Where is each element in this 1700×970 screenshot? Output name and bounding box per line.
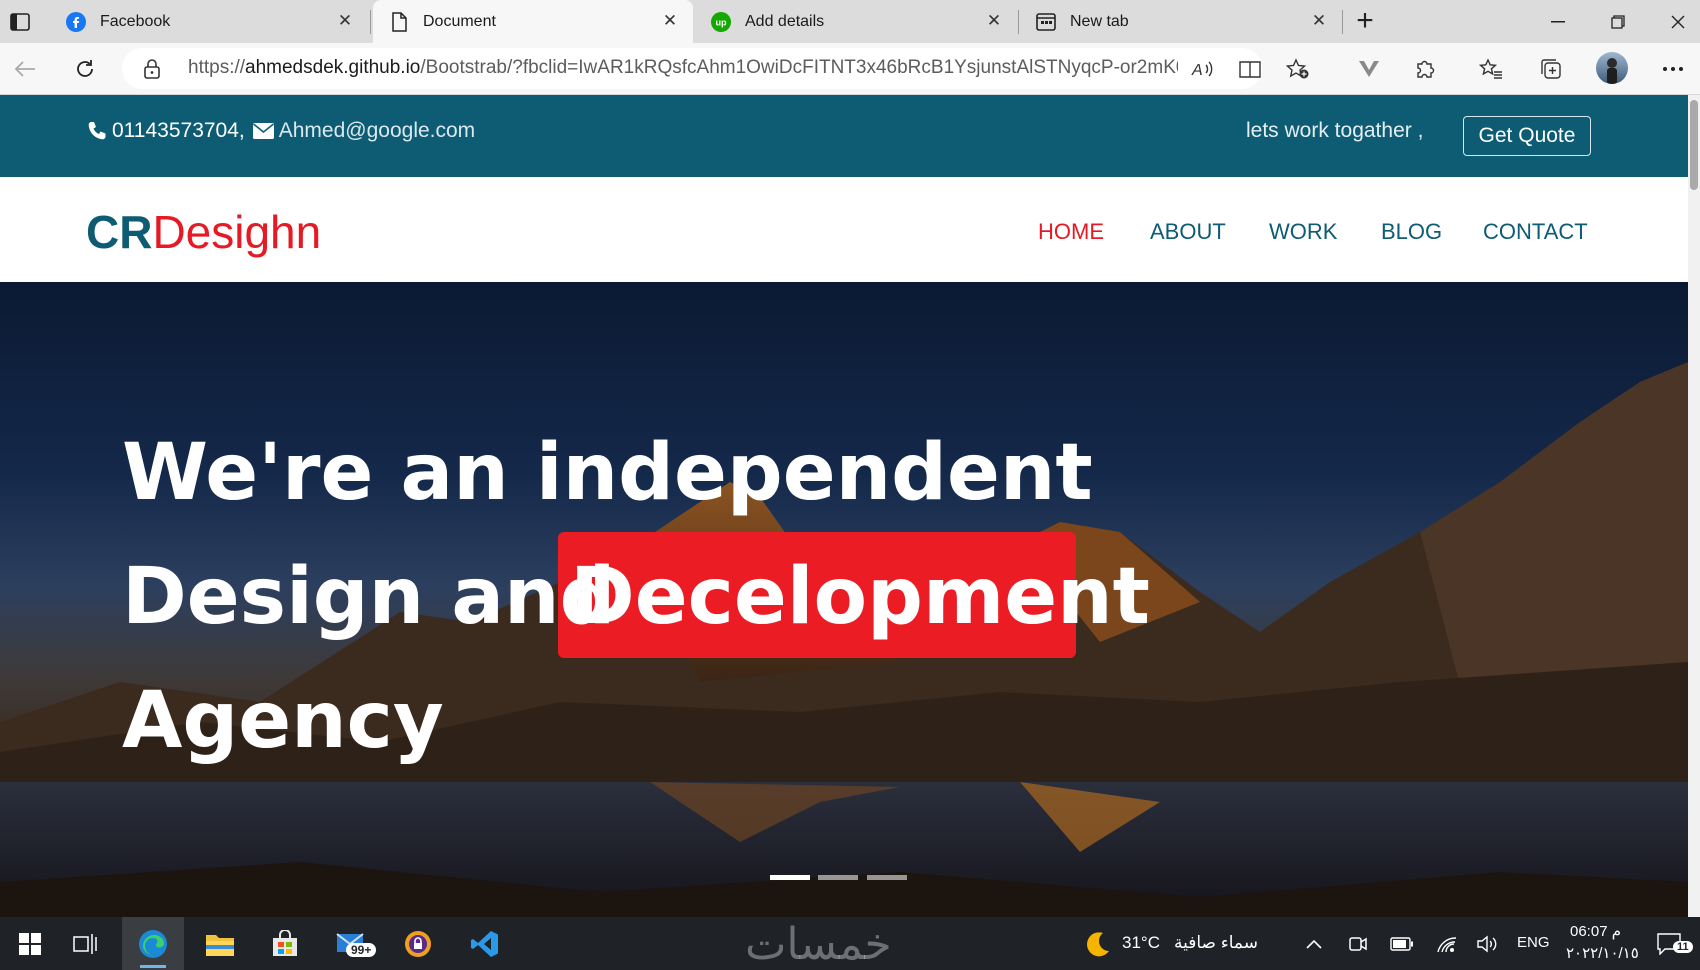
battery-icon[interactable] bbox=[1384, 917, 1420, 970]
tab-title: Document bbox=[423, 12, 496, 30]
close-tab-icon[interactable]: ✕ bbox=[334, 11, 356, 33]
new-tab-icon bbox=[1036, 12, 1056, 32]
phone-number[interactable]: 01143573704, bbox=[112, 119, 245, 143]
volume-icon[interactable] bbox=[1470, 917, 1506, 970]
nav-contact[interactable]: CONTACT bbox=[1483, 219, 1588, 245]
windows-taskbar: 99+ خمسات 31°C سماء صافية ENG 06:07 م ٢٠… bbox=[0, 917, 1700, 970]
facebook-icon bbox=[66, 11, 86, 32]
lock-icon[interactable] bbox=[142, 58, 162, 80]
page-scrollbar[interactable] bbox=[1688, 95, 1700, 917]
tab-title: Add details bbox=[745, 12, 825, 30]
moon-weather-icon[interactable] bbox=[1070, 917, 1126, 970]
svg-text:A: A bbox=[1191, 62, 1203, 79]
carousel-indicator-2[interactable] bbox=[818, 875, 858, 880]
close-tab-icon[interactable]: ✕ bbox=[1308, 11, 1330, 33]
add-favorite-icon[interactable] bbox=[1283, 55, 1313, 83]
input-language[interactable]: ENG bbox=[1517, 934, 1550, 951]
hero-headline-line1: We're an independent bbox=[122, 428, 1093, 518]
tab-separator bbox=[1342, 10, 1343, 34]
edge-browser-icon[interactable] bbox=[122, 917, 184, 970]
tab-actions-icon[interactable] bbox=[6, 9, 34, 35]
nav-work[interactable]: WORK bbox=[1269, 219, 1337, 245]
nav-blog[interactable]: BLOG bbox=[1381, 219, 1442, 245]
phone-icon bbox=[86, 120, 108, 142]
clock-date[interactable]: ٢٠٢٢/١٠/١٥ bbox=[1566, 944, 1639, 962]
envelope-icon bbox=[253, 120, 275, 142]
read-aloud-icon[interactable]: A bbox=[1188, 55, 1218, 83]
close-window-icon[interactable] bbox=[1660, 8, 1696, 36]
back-arrow-icon[interactable] bbox=[10, 55, 40, 83]
notification-center-icon[interactable]: 11 bbox=[1645, 917, 1695, 970]
hero-headline-highlighted: Decelopment bbox=[570, 552, 1150, 642]
scrollbar-thumb[interactable] bbox=[1690, 100, 1698, 190]
browser-toolbar: https://ahmedsdek.github.io/Bootstrab/?f… bbox=[0, 43, 1700, 95]
url-path: /Bootstrab/?fbclid=IwAR1kRQsfcAhm1OwiDcF… bbox=[420, 57, 1178, 78]
logo-desighn: Desighn bbox=[152, 206, 322, 258]
extensions-puzzle-icon[interactable] bbox=[1410, 55, 1440, 83]
extension-v-icon[interactable] bbox=[1354, 55, 1384, 83]
restore-icon[interactable] bbox=[1600, 8, 1636, 36]
file-explorer-icon[interactable] bbox=[190, 917, 250, 970]
site-logo[interactable]: CRDesighn bbox=[86, 205, 321, 259]
carousel-indicator-1[interactable] bbox=[770, 875, 810, 880]
site-navbar: CRDesighn HOME ABOUT WORK BLOG CONTACT bbox=[0, 177, 1688, 282]
profile-avatar[interactable] bbox=[1596, 52, 1628, 84]
tab-add-details[interactable]: up Add details ✕ bbox=[695, 0, 1017, 43]
document-icon bbox=[389, 11, 409, 32]
browser-tab-strip: Facebook ✕ Document ✕ up Add details ✕ N… bbox=[0, 0, 1700, 43]
close-tab-icon[interactable]: ✕ bbox=[659, 11, 681, 33]
contact-info: 01143573704, Ahmed@google.com bbox=[86, 119, 475, 143]
task-view-icon[interactable] bbox=[55, 917, 115, 970]
tab-new-tab[interactable]: New tab ✕ bbox=[1020, 0, 1342, 43]
nav-home[interactable]: HOME bbox=[1038, 219, 1104, 245]
microsoft-store-icon[interactable] bbox=[255, 917, 315, 970]
email-address[interactable]: Ahmed@google.com bbox=[279, 119, 475, 143]
meet-now-icon[interactable] bbox=[1340, 917, 1376, 970]
tab-facebook[interactable]: Facebook ✕ bbox=[50, 0, 368, 43]
refresh-icon[interactable] bbox=[70, 55, 100, 83]
wifi-icon[interactable] bbox=[1428, 917, 1464, 970]
minimize-icon[interactable] bbox=[1540, 8, 1576, 36]
tab-document[interactable]: Document ✕ bbox=[373, 0, 693, 43]
clock-time[interactable]: 06:07 م bbox=[1570, 922, 1621, 940]
logo-cr: CR bbox=[86, 206, 153, 258]
tab-title: Facebook bbox=[100, 12, 171, 30]
vpn-shield-icon[interactable] bbox=[388, 917, 448, 970]
tab-separator bbox=[370, 10, 371, 34]
mail-icon[interactable]: 99+ bbox=[322, 917, 382, 970]
url-prefix: https:// bbox=[188, 57, 246, 78]
nav-about[interactable]: ABOUT bbox=[1150, 219, 1226, 245]
hero-headline-line2: Design and bbox=[122, 552, 616, 642]
hero-headline-line3: Agency bbox=[122, 676, 444, 766]
top-info-bar: 01143573704, Ahmed@google.com lets work … bbox=[0, 95, 1688, 177]
tab-separator bbox=[1018, 10, 1019, 34]
close-tab-icon[interactable]: ✕ bbox=[983, 11, 1005, 33]
get-quote-button[interactable]: Get Quote bbox=[1463, 116, 1591, 156]
collections-icon[interactable] bbox=[1536, 55, 1566, 83]
carousel-indicator-3[interactable] bbox=[867, 875, 907, 880]
immersive-reader-icon[interactable] bbox=[1236, 55, 1266, 83]
notification-count-badge: 11 bbox=[1673, 941, 1693, 953]
tray-overflow-chevron-icon[interactable] bbox=[1296, 917, 1332, 970]
more-menu-icon[interactable] bbox=[1658, 55, 1688, 83]
url-host: ahmedsdek.github.io bbox=[245, 57, 421, 78]
url-text[interactable]: https://ahmedsdek.github.io/Bootstrab/?f… bbox=[188, 57, 1178, 79]
weather-description[interactable]: سماء صافية bbox=[1174, 933, 1258, 953]
vscode-icon[interactable] bbox=[455, 917, 515, 970]
tab-title: New tab bbox=[1070, 12, 1129, 30]
svg-text:up: up bbox=[715, 17, 727, 27]
tagline: lets work togather , bbox=[1246, 119, 1424, 142]
mail-unread-badge: 99+ bbox=[346, 943, 377, 957]
new-tab-button[interactable]: + bbox=[1350, 4, 1380, 37]
favorites-icon[interactable] bbox=[1476, 55, 1506, 83]
weather-temperature[interactable]: 31°C bbox=[1122, 933, 1160, 953]
watermark-logo: خمسات bbox=[745, 919, 892, 970]
upwork-icon: up bbox=[711, 11, 731, 32]
windows-start-icon[interactable] bbox=[0, 917, 60, 970]
